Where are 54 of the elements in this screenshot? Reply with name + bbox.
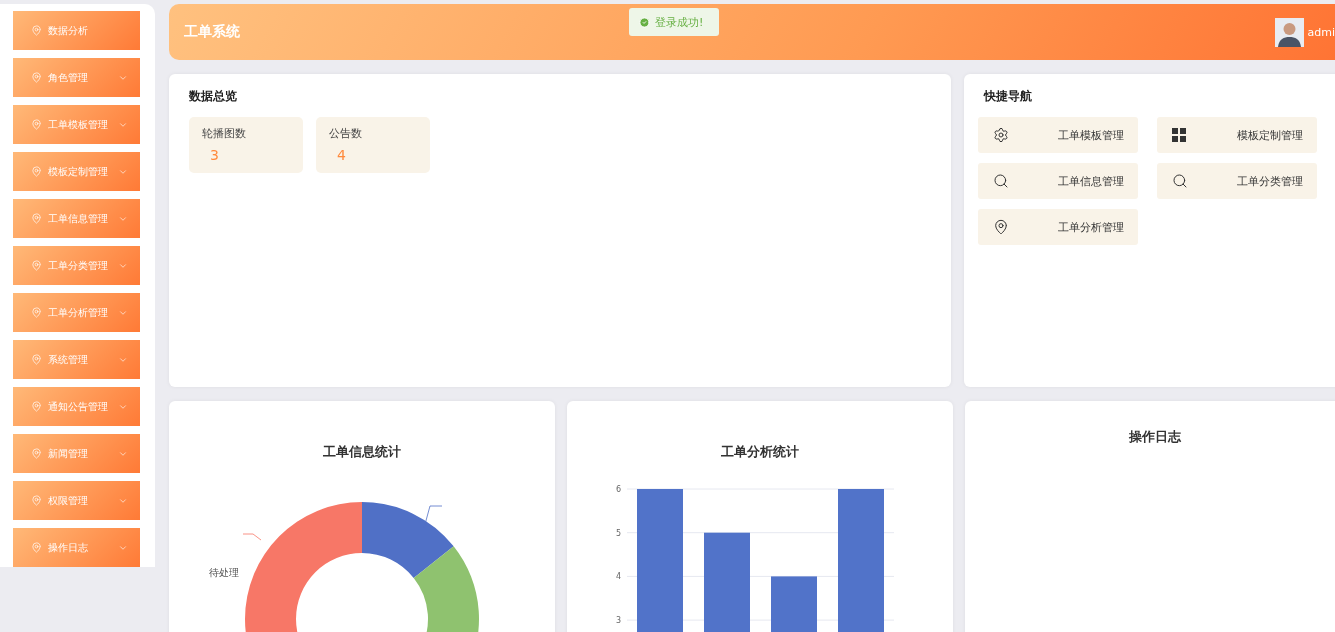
slice-label: 待处理 (209, 566, 239, 580)
stat-label: 公告数 (329, 126, 363, 141)
map-pin-icon (31, 260, 42, 271)
axis-tick: 4 (615, 572, 621, 582)
sidebar-item[interactable]: 工单模板管理 (13, 105, 140, 144)
card-title: 数据总览 (189, 88, 238, 105)
map-pin-icon (993, 219, 1009, 235)
user-name[interactable]: admi (1307, 25, 1335, 39)
axis-tick: 6 (615, 485, 621, 494)
sidebar-item[interactable]: 系统管理 (13, 340, 140, 379)
nav-shortcut[interactable]: 工单分析管理 (978, 209, 1138, 245)
avatar-icon[interactable] (1274, 17, 1304, 47)
nav-shortcut[interactable]: 工单模板管理 (978, 117, 1138, 153)
stat-value: 4 (336, 147, 347, 163)
nav-shortcut[interactable]: 模板定制管理 (1157, 117, 1317, 153)
sidebar-item[interactable]: 模板定制管理 (13, 152, 140, 191)
bar (771, 576, 817, 632)
card-title: 快捷导航 (984, 88, 1033, 105)
stat-value: 3 (209, 147, 220, 163)
axis-tick: 3 (615, 616, 621, 626)
map-pin-icon (31, 354, 42, 365)
map-pin-icon (31, 119, 42, 130)
check-icon (639, 16, 650, 28)
app-title: 工单系统 (184, 23, 241, 41)
sidebar-item[interactable]: 工单分析管理 (13, 293, 140, 332)
map-pin-icon (31, 166, 42, 177)
grid-icon (1172, 128, 1186, 142)
nav-shortcut[interactable]: 工单分类管理 (1157, 163, 1317, 199)
sidebar-item[interactable]: 操作日志 (13, 528, 140, 567)
stat-label: 轮播图数 (202, 126, 247, 141)
map-pin-icon (31, 25, 42, 36)
nav-shortcut[interactable]: 工单信息管理 (978, 163, 1138, 199)
sidebar-item[interactable]: 数据分析 (13, 11, 140, 50)
map-pin-icon (31, 213, 42, 224)
map-pin-icon (31, 72, 42, 83)
sidebar-item[interactable]: 权限管理 (13, 481, 140, 520)
settings-icon (993, 127, 1009, 143)
map-pin-icon (31, 448, 42, 459)
toast-text: 登录成功! (655, 14, 704, 30)
chart-title: 操作日志 (1128, 428, 1182, 446)
sidebar-item[interactable]: 角色管理 (13, 58, 140, 97)
map-pin-icon (31, 401, 42, 412)
map-pin-icon (31, 495, 42, 506)
map-pin-icon (31, 542, 42, 553)
search-icon (1172, 173, 1188, 189)
map-pin-icon (31, 307, 42, 318)
chart-title: 工单分析统计 (720, 443, 800, 461)
chart-title: 工单信息统计 (322, 443, 402, 461)
search-icon (993, 173, 1009, 189)
axis-tick: 5 (615, 528, 621, 538)
sidebar-item[interactable]: 通知公告管理 (13, 387, 140, 426)
sidebar-item[interactable]: 工单信息管理 (13, 199, 140, 238)
sidebar-item[interactable]: 新闻管理 (13, 434, 140, 473)
sidebar-item[interactable]: 工单分类管理 (13, 246, 140, 285)
